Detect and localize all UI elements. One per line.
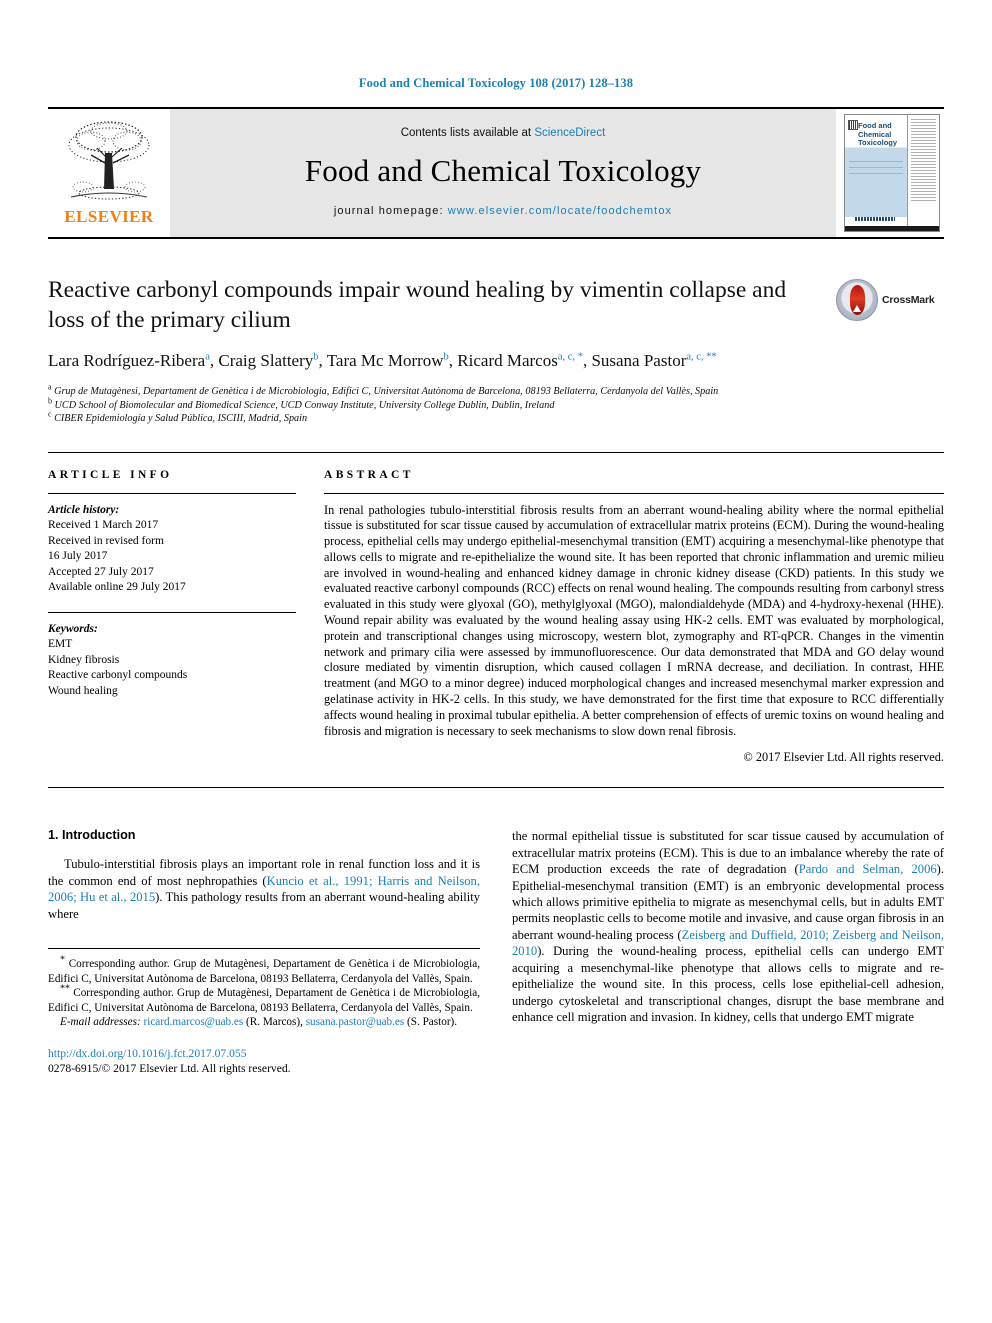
article-history-item: 16 July 2017: [48, 550, 108, 562]
contents-prefix: Contents lists available at: [400, 127, 535, 139]
journal-homepage-line: journal homepage: www.elsevier.com/locat…: [334, 205, 672, 217]
footnote-text: Corresponding author. Grup de Mutagènesi…: [48, 987, 481, 1014]
footnote-mark: **: [60, 983, 70, 995]
author-list: Lara Rodríguez-Riberaa, Craig Slatteryb,…: [48, 351, 717, 370]
paper-page: Food and Chemical Toxicology 108 (2017) …: [0, 0, 992, 1323]
keyword-item: Kidney fibrosis: [48, 653, 120, 666]
elsevier-tree-icon: [68, 121, 150, 200]
footnote-mark: *: [60, 954, 65, 966]
citation-link[interactable]: Pardo and Selman, 2006: [799, 862, 937, 876]
author-affiliation-mark: a: [205, 351, 210, 363]
keyword-item: Reactive carbonyl compounds: [48, 669, 188, 681]
abstract-copyright: © 2017 Elsevier Ltd. All rights reserved…: [743, 750, 944, 765]
keyword-item: Wound healing: [48, 684, 118, 697]
cover-footer-mark: [855, 217, 895, 221]
journal-band: Contents lists available at ScienceDirec…: [170, 109, 836, 237]
article-history-item: Accepted 27 July 2017: [48, 565, 154, 578]
affiliation-item: c CIBER Epidemiología y Salud Pública, I…: [48, 409, 824, 426]
author-name: Craig Slattery: [218, 351, 314, 370]
email-owner-pastor: (S. Pastor).: [407, 1016, 458, 1029]
author-affiliation-mark: a, c, **: [686, 351, 717, 363]
introduction-paragraph-left: Tubulo-interstitial fibrosis plays an im…: [48, 856, 480, 922]
affiliation-mark: c: [48, 409, 52, 419]
issn-copyright-line: 0278-6915/© 2017 Elsevier Ltd. All right…: [48, 1062, 291, 1076]
abstract-column: ABSTRACT In renal pathologies tubulo-int…: [324, 469, 944, 766]
abstract-heading: ABSTRACT: [324, 468, 414, 481]
journal-cover-thumbnail: Food and Chemical Toxicology: [836, 109, 944, 237]
email-label: E-mail addresses:: [60, 1016, 141, 1029]
author-name: Ricard Marcos: [457, 351, 558, 370]
doi-link[interactable]: http://dx.doi.org/10.1016/j.fct.2017.07.…: [48, 1046, 480, 1061]
email-owner-marcos: (R. Marcos),: [246, 1016, 303, 1029]
running-head: Food and Chemical Toxicology 108 (2017) …: [358, 76, 634, 90]
title-block: Reactive carbonyl compounds impair wound…: [48, 275, 944, 426]
contents-lists-line: Contents lists available at ScienceDirec…: [401, 127, 606, 139]
abstract-text: In renal pathologies tubulo-interstitial…: [324, 502, 944, 738]
affiliation-mark: a: [48, 382, 52, 392]
crossmark-icon: [836, 279, 878, 321]
corresponding-author-footnote-1: * Corresponding author. Grup de Mutagène…: [48, 954, 481, 986]
cover-badge-icon: [848, 120, 858, 130]
affiliation-text: CIBER Epidemiología y Salud Pública, ISC…: [54, 413, 308, 424]
article-info-heading: ARTICLE INFO: [48, 468, 173, 481]
email-link-marcos[interactable]: ricard.marcos@uab.es: [143, 1016, 243, 1028]
divider: [324, 492, 944, 494]
email-link-pastor[interactable]: susana.pastor@uab.es: [306, 1016, 405, 1028]
footer-doi-block: http://dx.doi.org/10.1016/j.fct.2017.07.…: [48, 1046, 480, 1076]
article-history-item: Received 1 March 2017: [48, 519, 159, 531]
article-info-column: ARTICLE INFO Article history: Received 1…: [48, 469, 296, 766]
affiliation-mark: b: [48, 396, 52, 406]
affiliation-text: Grup de Mutagènesi, Departament de Genèt…: [54, 386, 719, 397]
article-history-item: Available online 29 July 2017: [48, 581, 186, 593]
corresponding-author-footnote-2: ** Corresponding author. Grup de Mutagèn…: [48, 983, 481, 1015]
affiliation-item: a Grup de Mutagènesi, Departament de Gen…: [48, 382, 824, 399]
email-addresses-line: E-mail addresses: ricard.marcos@uab.es (…: [48, 1015, 480, 1030]
elsevier-wordmark: ELSEVIER: [64, 207, 154, 226]
keyword-item: EMT: [48, 638, 73, 650]
sciencedirect-link[interactable]: ScienceDirect: [534, 127, 605, 139]
journal-masthead: ELSEVIER Contents lists available at Sci…: [48, 107, 944, 239]
introduction-heading: 1. Introduction: [48, 828, 136, 843]
article-history-item: Received in revised form: [48, 534, 164, 547]
homepage-prefix: journal homepage:: [333, 205, 448, 217]
cover-journal-title: Food and Chemical Toxicology: [858, 121, 898, 148]
introduction-paragraph-right: the normal epithelial tissue is substitu…: [512, 828, 944, 1025]
elsevier-logo: ELSEVIER: [48, 109, 170, 237]
crossmark-badge[interactable]: CrossMark: [836, 277, 944, 323]
article-history-label: Article history:: [48, 503, 120, 516]
cover-title-line-3: Toxicology: [858, 138, 898, 147]
footnote-text: Corresponding author. Grup de Mutagènesi…: [48, 958, 481, 985]
author-name: Lara Rodríguez-Ribera: [48, 351, 206, 370]
cover-front: Food and Chemical Toxicology: [845, 115, 908, 231]
journal-title: Food and Chemical Toxicology: [304, 153, 702, 188]
journal-homepage-link[interactable]: www.elsevier.com/locate/foodchemtox: [448, 205, 672, 217]
author-affiliation-mark: b: [313, 351, 319, 363]
section-divider: [48, 787, 944, 789]
intro-right-text-c: ). During the wound-healing process, epi…: [512, 944, 944, 1024]
info-abstract-section: ARTICLE INFO Article history: Received 1…: [48, 451, 944, 766]
article-title: Reactive carbonyl compounds impair wound…: [48, 277, 787, 333]
affiliation-item: b UCD School of Biomolecular and Biomedi…: [48, 396, 824, 413]
footnote-area: * Corresponding author. Grup de Mutagène…: [48, 948, 480, 1076]
author-affiliation-mark: b: [443, 351, 449, 363]
author-affiliation-mark: a, c, *: [557, 351, 583, 363]
author-name: Tara Mc Morrow: [326, 351, 444, 370]
affiliation-text: UCD School of Biomolecular and Biomedica…: [54, 399, 555, 411]
body-column-right: the normal epithelial tissue is substitu…: [512, 828, 944, 1076]
crossmark-label: CrossMark: [882, 294, 935, 306]
keywords-label: Keywords:: [48, 622, 98, 635]
cover-box: Food and Chemical Toxicology: [844, 114, 940, 232]
cover-spine-text: [908, 115, 939, 231]
divider: [48, 611, 296, 613]
author-name: Susana Pastor: [591, 351, 687, 370]
body-columns: 1. Introduction Tubulo-interstitial fibr…: [48, 828, 944, 1076]
body-column-left: 1. Introduction Tubulo-interstitial fibr…: [48, 828, 480, 1076]
divider: [48, 492, 296, 494]
affiliation-list: a Grup de Mutagènesi, Departament de Gen…: [48, 382, 824, 426]
